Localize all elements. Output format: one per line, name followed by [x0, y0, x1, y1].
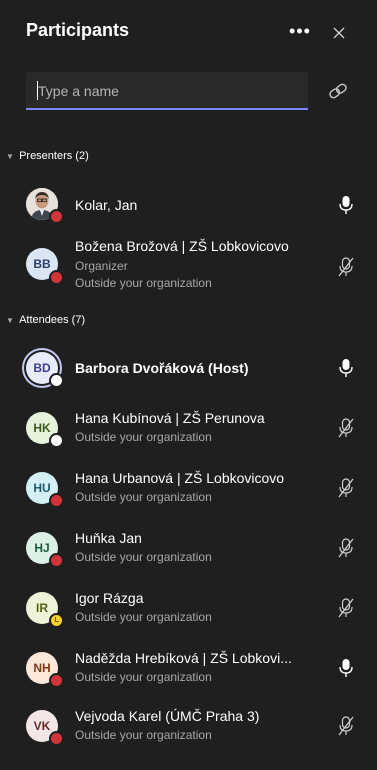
participant-org-note: Outside your organization — [75, 610, 212, 624]
close-button[interactable] — [326, 20, 352, 46]
presenters-section-header[interactable]: ▼ Presenters (2) — [6, 150, 89, 170]
panel-title: Participants — [26, 20, 130, 40]
search-input[interactable] — [36, 80, 300, 102]
participant-name: Božena Brožová | ZŠ Lobkovicovo — [75, 238, 289, 254]
participant-org-note: Outside your organization — [75, 430, 212, 444]
chevron-down-icon: ▼ — [6, 315, 14, 325]
status-busy-badge — [49, 731, 64, 746]
microphone-muted-icon — [338, 478, 354, 498]
status-busy-badge — [49, 209, 64, 224]
microphone-muted-icon — [338, 257, 354, 277]
participant-row-bozena-brozova[interactable]: BB Božena Brožová | ZŠ Lobkovicovo Organ… — [0, 234, 377, 294]
close-icon — [333, 27, 345, 39]
status-away-badge — [49, 613, 64, 628]
chevron-down-icon: ▼ — [6, 151, 14, 161]
mic-button[interactable] — [336, 657, 356, 679]
mic-button[interactable] — [336, 357, 356, 379]
status-busy-badge — [49, 673, 64, 688]
participant-name: Hana Urbanová | ZŠ Lobkovicovo — [75, 470, 285, 486]
mic-button[interactable] — [336, 256, 356, 278]
participant-org-note: Outside your organization — [75, 490, 212, 504]
microphone-icon — [339, 196, 353, 214]
participant-name: Kolar, Jan — [75, 197, 138, 213]
status-busy-badge — [49, 493, 64, 508]
microphone-muted-icon — [338, 598, 354, 618]
attendees-section-header[interactable]: ▼ Attendees (7) — [6, 314, 85, 334]
share-invite-link-button[interactable] — [326, 79, 350, 103]
microphone-icon — [339, 659, 353, 677]
participant-name: Naděžda Hrebíková | ZŠ Lobkovi... — [75, 650, 292, 666]
mic-button[interactable] — [336, 477, 356, 499]
presenters-section-label: Presenters (2) — [19, 150, 89, 163]
link-icon — [329, 83, 347, 99]
microphone-muted-icon — [338, 716, 354, 736]
participant-role: Organizer — [75, 259, 128, 273]
participant-row-hana-urbanova[interactable]: HU Hana Urbanová | ZŠ Lobkovicovo Outsid… — [0, 466, 377, 510]
participants-panel: Participants ••• ▼ Presenters (2) — [0, 0, 377, 770]
participant-name: Hana Kubínová | ZŠ Perunova — [75, 410, 265, 426]
participant-org-note: Outside your organization — [75, 276, 212, 290]
microphone-muted-icon — [338, 538, 354, 558]
mic-button[interactable] — [336, 597, 356, 619]
mic-button[interactable] — [336, 537, 356, 559]
participant-row-vejvoda-karel[interactable]: VK Vejvoda Karel (ÚMČ Praha 3) Outside y… — [0, 704, 377, 748]
participant-row-hunka-jan[interactable]: HJ Huňka Jan Outside your organization — [0, 526, 377, 570]
microphone-muted-icon — [338, 418, 354, 438]
mic-button[interactable] — [336, 417, 356, 439]
more-options-button[interactable]: ••• — [285, 22, 315, 44]
participant-org-note: Outside your organization — [75, 728, 212, 742]
participant-name: Huňka Jan — [75, 530, 142, 546]
participant-name: Vejvoda Karel (ÚMČ Praha 3) — [75, 708, 260, 724]
participant-row-hana-kubinova[interactable]: HK Hana Kubínová | ZŠ Perunova Outside y… — [0, 406, 377, 450]
mic-button[interactable] — [336, 715, 356, 737]
participant-org-note: Outside your organization — [75, 670, 212, 684]
status-busy-badge — [49, 270, 64, 285]
participant-org-note: Outside your organization — [75, 550, 212, 564]
participant-name: Igor Rázga — [75, 590, 144, 606]
mic-button[interactable] — [336, 194, 356, 216]
panel-header: Participants ••• — [0, 0, 377, 60]
status-badge — [49, 433, 64, 448]
search-field[interactable] — [26, 72, 308, 110]
attendees-section-label: Attendees (7) — [19, 314, 86, 327]
participant-name: Barbora Dvořáková (Host) — [75, 360, 249, 376]
text-cursor — [37, 81, 38, 100]
participant-row-kolar-jan[interactable]: Kolar, Jan — [0, 184, 377, 224]
participant-row-igor-razga[interactable]: IR Igor Rázga Outside your organization — [0, 586, 377, 630]
participant-row-nadezda-hrebikova[interactable]: NH Naděžda Hrebíková | ZŠ Lobkovi... Out… — [0, 646, 377, 690]
status-badge — [49, 373, 64, 388]
status-busy-badge — [49, 553, 64, 568]
participant-row-barbora-dvorakova[interactable]: BD Barbora Dvořáková (Host) — [0, 346, 377, 390]
microphone-icon — [339, 359, 353, 377]
